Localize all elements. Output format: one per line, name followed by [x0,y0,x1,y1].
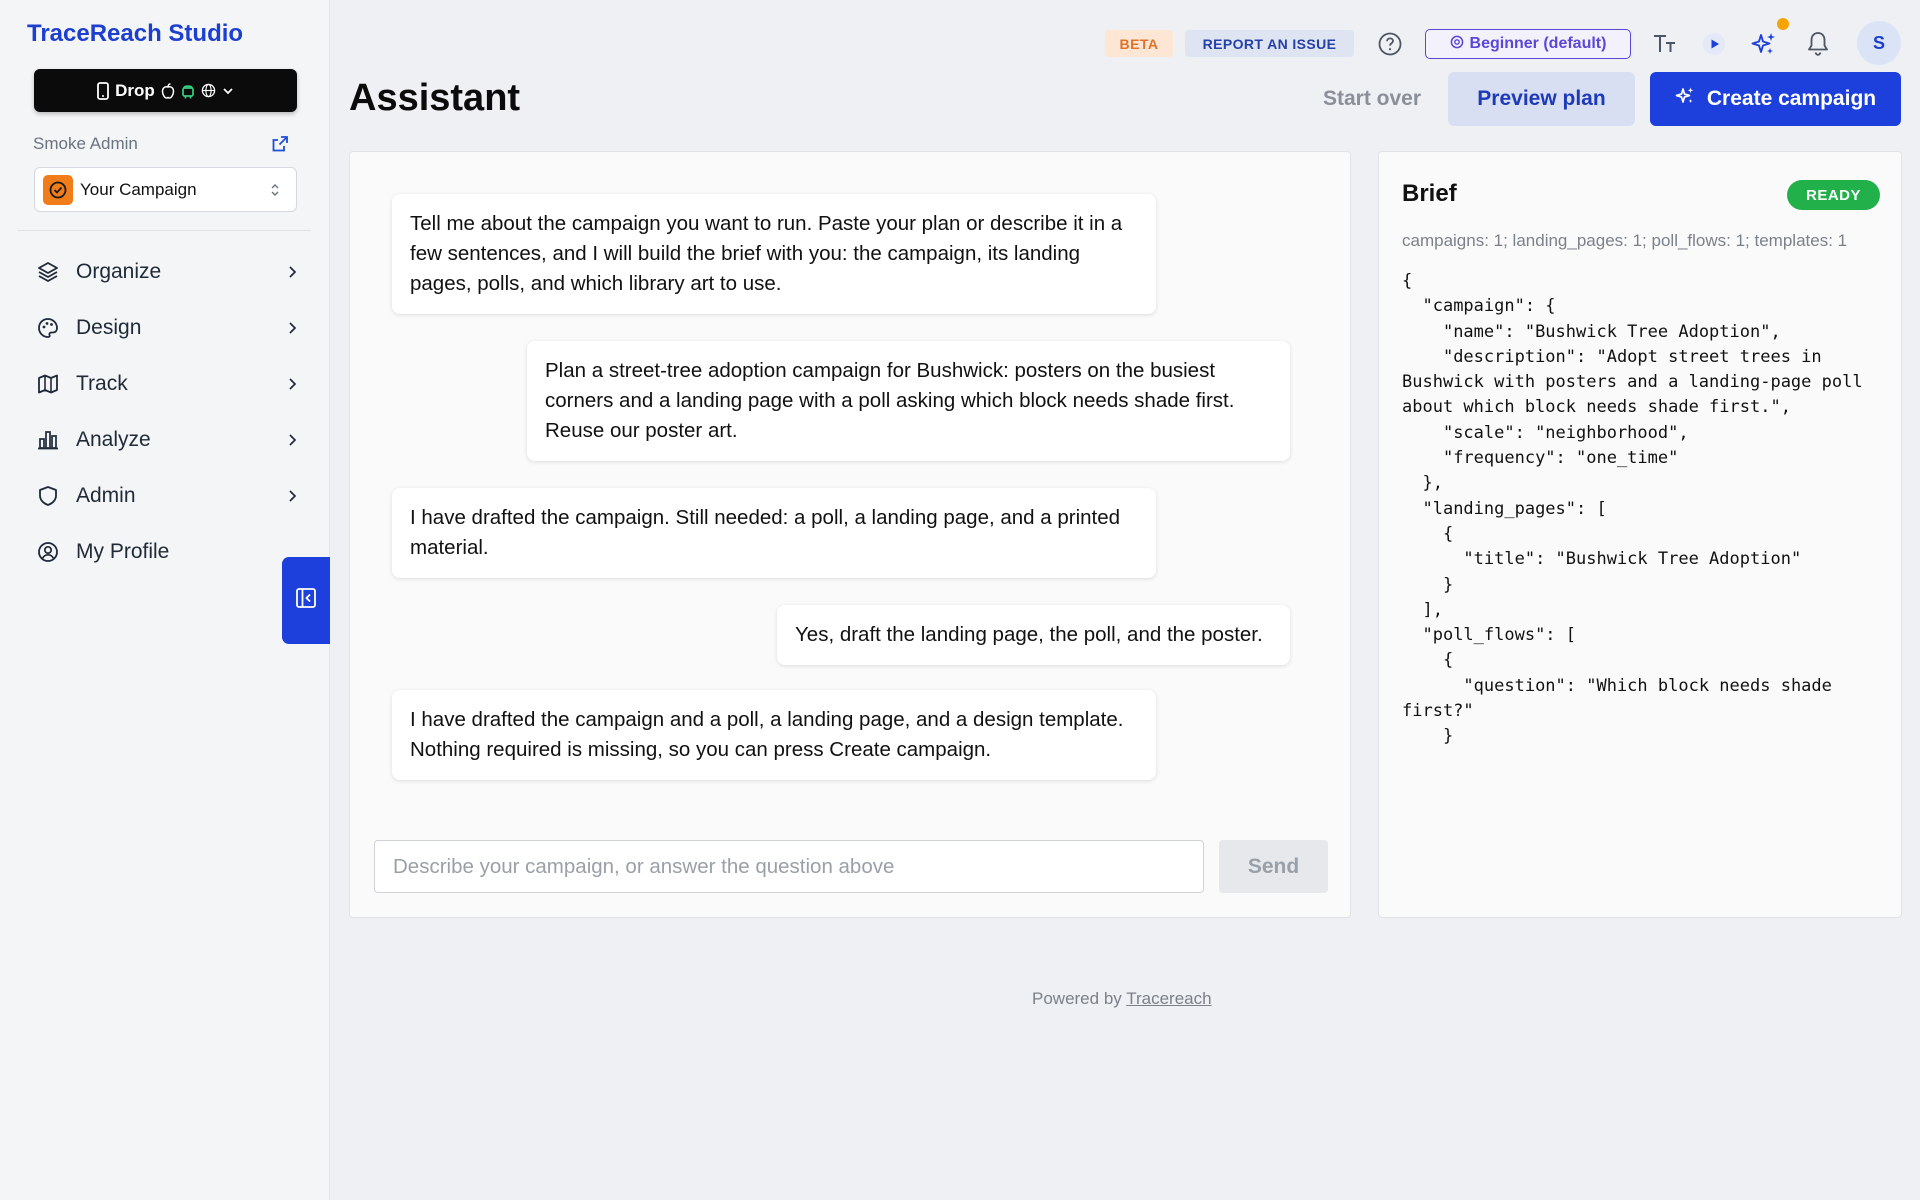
create-campaign-label: Create campaign [1706,87,1877,110]
sparkles-icon[interactable] [1750,30,1778,58]
bell-icon[interactable] [1805,30,1831,58]
chevron-up-down-icon [264,182,286,198]
platform-selector-label: Drop [115,80,155,100]
brief-summary: campaigns: 1; landing_pages: 1; poll_flo… [1402,231,1848,250]
report-issue-button[interactable]: REPORT AN ISSUE [1185,30,1354,57]
user-circle-icon [24,540,72,564]
sidebar-item-my-profile[interactable]: My Profile [24,530,304,574]
campaign-select-value: Your Campaign [80,179,197,199]
sidebar-collapse-icon [295,587,317,614]
sparkles-icon [1675,86,1695,112]
chevron-right-icon [280,265,304,279]
organization-label: Smoke Admin [33,134,138,153]
apple-icon [161,82,175,99]
chat-input[interactable] [374,840,1204,893]
campaign-select[interactable]: Your Campaign [34,167,297,212]
play-icon[interactable] [1702,32,1726,56]
sidebar-item-label: Organize [76,260,162,283]
chevron-down-icon [222,86,234,96]
platform-selector-button[interactable]: Drop [34,69,297,112]
user-avatar[interactable]: S [1857,21,1901,65]
beta-badge: BETA [1105,30,1173,57]
start-over-button[interactable]: Start over [1312,72,1432,126]
external-link-icon[interactable] [271,135,289,153]
android-icon [181,83,195,99]
sidebar: TraceReach Studio Drop Smoke Admin Your … [0,0,330,1200]
chevron-right-icon [280,377,304,391]
chevron-right-icon [280,433,304,447]
sidebar-item-label: Track [76,372,128,395]
sidebar-item-label: My Profile [76,540,170,563]
sidebar-collapse-button[interactable] [282,557,330,644]
brief-panel: Brief READY campaigns: 1; landing_pages:… [1378,151,1902,918]
footer-prefix: Powered by [1032,989,1122,1008]
preview-plan-button[interactable]: Preview plan [1448,72,1635,126]
experience-level-selector[interactable]: Beginner (default) [1425,29,1631,59]
help-icon[interactable] [1377,31,1403,57]
chevron-right-icon [280,489,304,503]
user-message: Yes, draft the landing page, the poll, a… [777,605,1290,665]
chevron-right-icon [280,321,304,335]
text-size-icon[interactable] [1652,32,1678,56]
map-icon [24,372,72,396]
page-title: Assistant [349,77,521,119]
status-badge: READY [1787,180,1880,210]
layers-icon [24,260,72,284]
footer-link[interactable]: Tracereach [1126,989,1211,1008]
footer: Powered by Tracereach [1032,989,1212,1009]
user-message: Plan a street-tree adoption campaign for… [527,341,1290,461]
globe-icon [201,83,216,98]
sidebar-item-label: Admin [76,484,136,507]
brief-json: { "campaign": { "name": "Bushwick Tree A… [1402,271,1863,747]
sidebar-item-label: Analyze [76,428,151,451]
create-campaign-button[interactable]: Create campaign [1650,72,1901,126]
sidebar-item-admin[interactable]: Admin [24,474,304,518]
sidebar-item-organize[interactable]: Organize [24,250,304,294]
campaign-check-icon [43,174,73,205]
send-button[interactable]: Send [1219,840,1328,893]
palette-icon [24,316,72,340]
assistant-message: I have drafted the campaign and a poll, … [392,690,1156,780]
phone-icon [97,81,110,100]
chat-panel: Tell me about the campaign you want to r… [349,151,1351,918]
bar-chart-icon [24,428,72,452]
shield-icon [24,484,72,508]
sidebar-item-label: Design [76,316,142,339]
sidebar-divider [18,230,311,231]
experience-level-label: Beginner (default) [1469,35,1607,52]
sidebar-item-design[interactable]: Design [24,306,304,350]
brief-title: Brief [1402,180,1457,207]
assistant-message: Tell me about the campaign you want to r… [392,194,1156,314]
sidebar-item-analyze[interactable]: Analyze [24,418,304,462]
sidebar-item-track[interactable]: Track [24,362,304,406]
notification-dot [1777,18,1789,30]
assistant-message: I have drafted the campaign. Still neede… [392,488,1156,578]
app-title: TraceReach Studio [27,20,244,47]
at-sign-icon [1450,35,1464,54]
